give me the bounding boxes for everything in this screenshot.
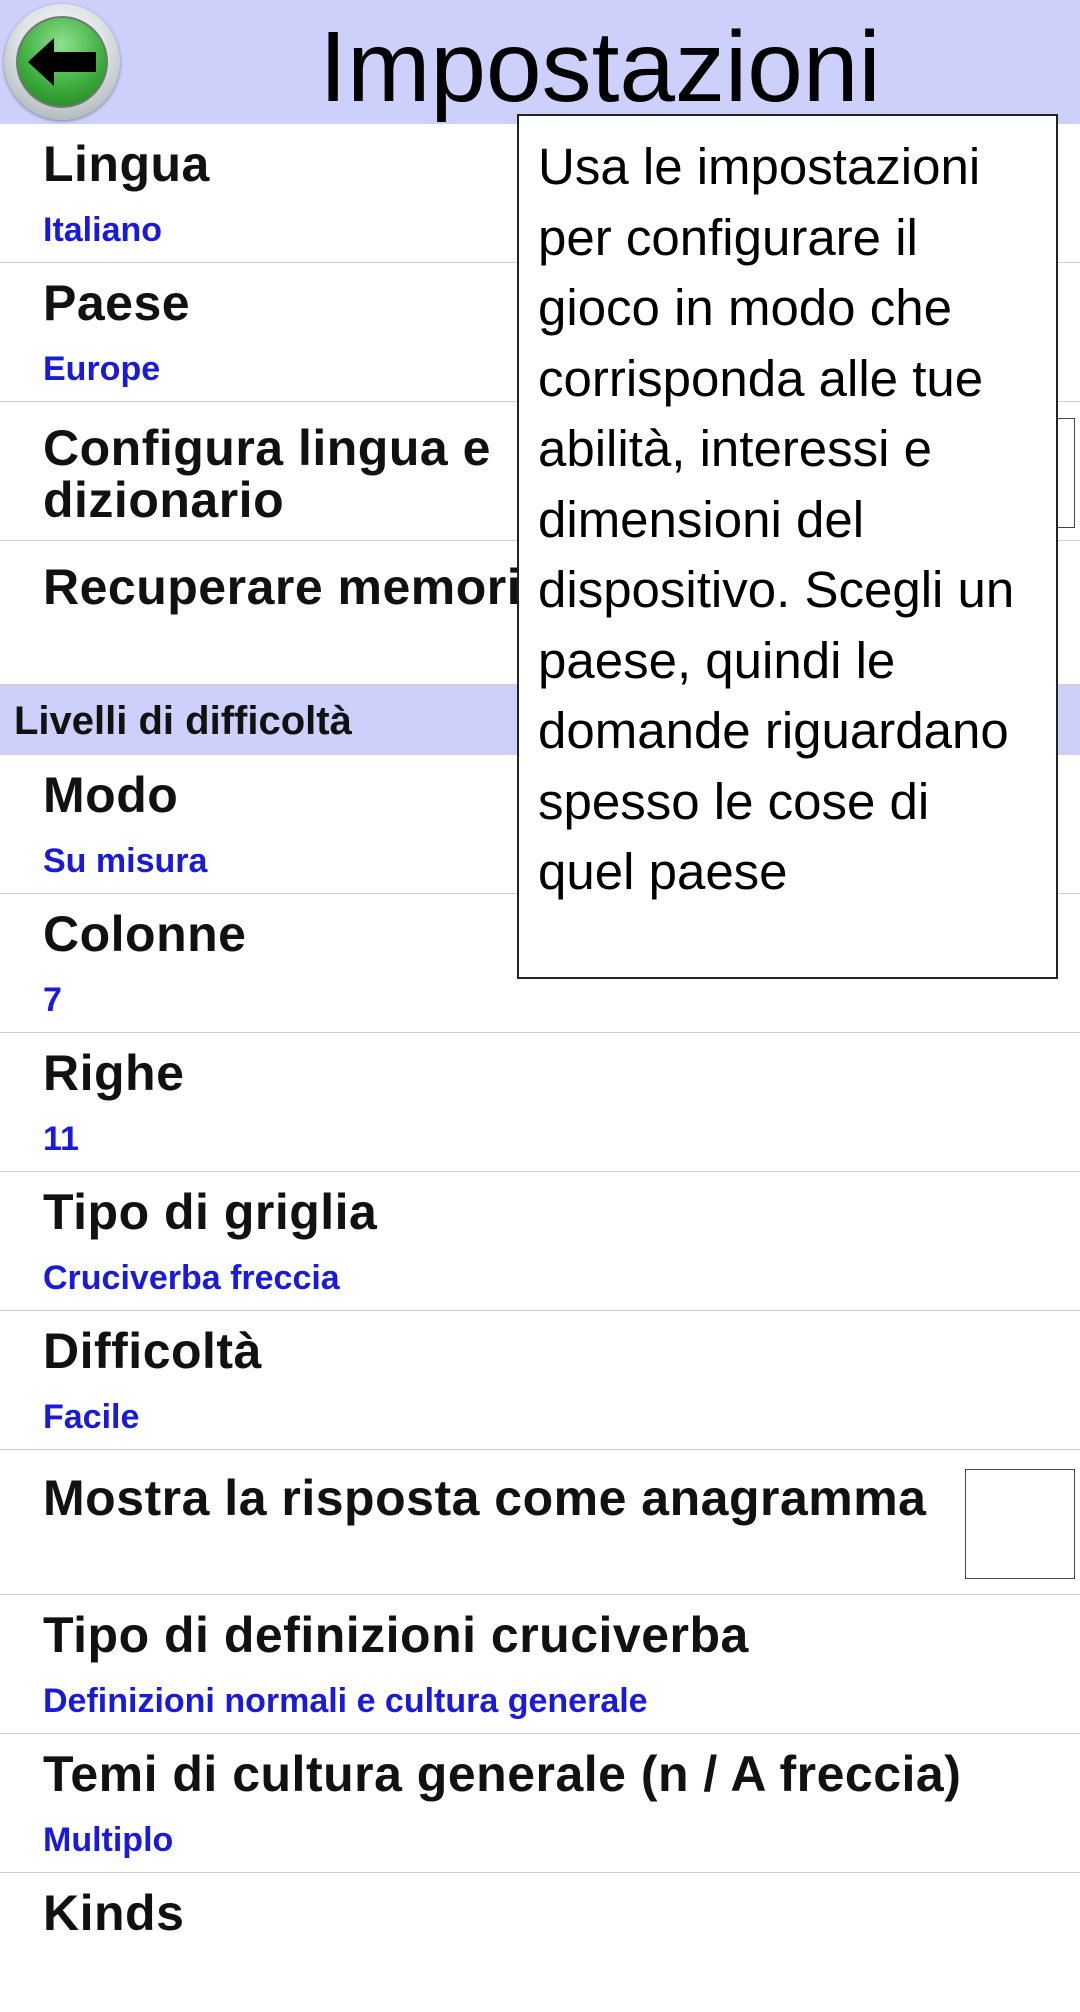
setting-label: Recuperare memoria <box>43 559 550 615</box>
setting-label: Configura lingua e dizionario separatame… <box>43 422 491 532</box>
setting-value: Europe <box>43 350 161 388</box>
setting-label: Kinds <box>43 1885 185 1941</box>
help-tooltip: Usa le impostazioni per configurare il g… <box>517 114 1058 979</box>
setting-value: Multiplo <box>43 1821 174 1859</box>
header-bar: Impostazioni <box>0 0 1080 124</box>
page-title: Impostazioni <box>319 11 881 123</box>
setting-kinds[interactable]: Kinds <box>0 1873 1080 2012</box>
setting-culture-themes[interactable]: Temi di cultura generale (n / A freccia)… <box>0 1734 1080 1873</box>
section-title: Livelli di difficoltà <box>14 699 352 743</box>
setting-label: Temi di cultura generale (n / A freccia) <box>43 1746 962 1802</box>
setting-label: Lingua <box>43 136 210 192</box>
setting-value: Su misura <box>43 842 208 880</box>
setting-show-anagram[interactable]: Mostra la risposta come anagramma <box>0 1450 1080 1595</box>
setting-label: Tipo di definizioni cruciverba <box>43 1607 749 1663</box>
setting-value: Definizioni normali e cultura generale <box>43 1682 648 1720</box>
setting-value: 11 <box>43 1120 79 1158</box>
setting-value: Cruciverba freccia <box>43 1259 340 1297</box>
setting-difficulty[interactable]: Difficoltà Facile <box>0 1311 1080 1450</box>
setting-label: Mostra la risposta come anagramma <box>43 1470 927 1526</box>
setting-grid-type[interactable]: Tipo di griglia Cruciverba freccia <box>0 1172 1080 1311</box>
setting-label: Paese <box>43 275 191 331</box>
setting-rows[interactable]: Righe 11 <box>0 1033 1080 1172</box>
setting-value: Facile <box>43 1398 140 1436</box>
setting-label: Righe <box>43 1045 185 1101</box>
setting-label: Modo <box>43 767 179 823</box>
setting-value: Italiano <box>43 211 163 249</box>
setting-label: Colonne <box>43 906 247 962</box>
show-anagram-checkbox[interactable] <box>965 1469 1075 1579</box>
setting-label: Difficoltà <box>43 1323 262 1379</box>
setting-label: Tipo di griglia <box>43 1184 378 1240</box>
setting-value: 7 <box>43 981 62 1019</box>
setting-clue-type[interactable]: Tipo di definizioni cruciverba Definizio… <box>0 1595 1080 1734</box>
